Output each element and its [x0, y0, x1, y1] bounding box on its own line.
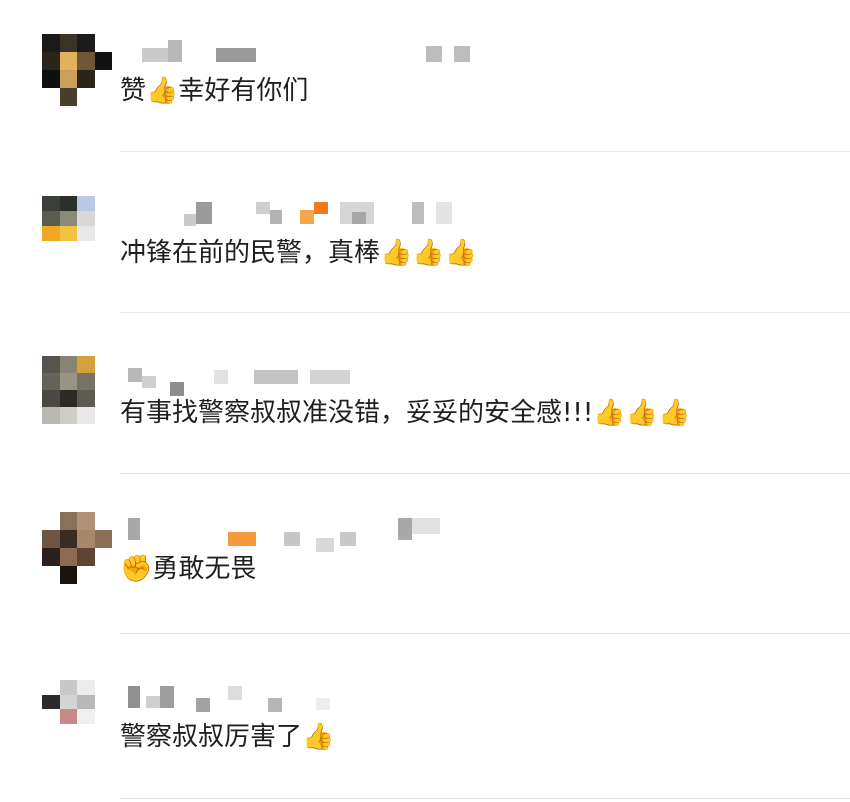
comment-text: ✊勇敢无畏 — [120, 552, 256, 586]
comment-text-content: 赞👍幸好有你们 — [120, 76, 309, 106]
avatar[interactable] — [42, 356, 112, 424]
author-name-redacted — [120, 40, 720, 62]
avatar[interactable] — [42, 34, 112, 106]
comment-text: 警察叔叔厉害了👍 — [120, 720, 334, 754]
divider — [120, 633, 850, 634]
comment-text: 赞👍幸好有你们 — [120, 74, 308, 108]
author-name-redacted — [120, 686, 720, 712]
author-name-redacted — [120, 202, 720, 226]
avatar[interactable] — [42, 512, 112, 584]
comment-text: 冲锋在前的民警，真棒👍👍👍 — [120, 236, 477, 270]
divider — [120, 473, 850, 474]
comment-text-content: 有事找警察叔叔准没错，妥妥的安全感!!!👍👍👍 — [120, 398, 691, 428]
comment-text-content: ✊勇敢无畏 — [120, 554, 257, 584]
avatar[interactable] — [42, 196, 112, 256]
comment-text-content: 冲锋在前的民警，真棒👍👍👍 — [120, 238, 478, 268]
author-name-redacted — [120, 518, 720, 552]
comment-text: 有事找警察叔叔准没错，妥妥的安全感!!!👍👍👍 — [120, 396, 690, 430]
divider — [120, 151, 850, 152]
divider — [120, 798, 850, 799]
divider — [120, 312, 850, 313]
author-name-redacted — [120, 362, 720, 396]
avatar[interactable] — [42, 680, 112, 738]
comment-feed: 赞👍幸好有你们 冲锋在前的民警，真棒👍👍👍 有事找警察叔叔准没错，妥妥的安全感!… — [0, 0, 850, 802]
comment-text-content: 警察叔叔厉害了👍 — [120, 722, 335, 752]
